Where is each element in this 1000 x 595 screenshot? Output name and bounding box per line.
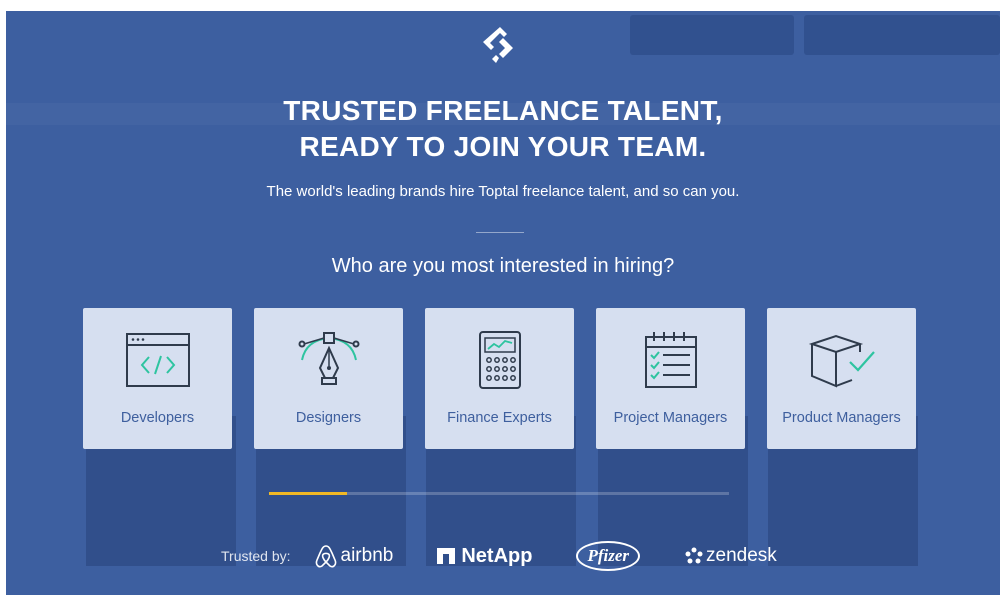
trusted-by-label: Trusted by: (221, 548, 291, 564)
card-label: Designers (295, 410, 362, 426)
netapp-icon (437, 548, 456, 564)
headline: TRUSTED FREELANCE TALENT, READY TO JOIN … (6, 93, 1000, 165)
pen-tool-icon (298, 332, 359, 385)
progress-bar (269, 492, 729, 495)
checklist-icon (644, 332, 697, 388)
airbnb-wordmark: airbnb (340, 545, 394, 566)
card-product-managers[interactable]: Product Managers (767, 308, 916, 449)
pfizer-oval: Pfizer (576, 541, 640, 571)
background-header-button (804, 15, 1000, 55)
netapp-wordmark: NetApp (461, 544, 533, 567)
card-designers[interactable]: Designers (254, 308, 403, 449)
calculator-icon (478, 331, 521, 389)
background-header-button (630, 15, 794, 55)
headline-line-2: READY TO JOIN YOUR TEAM. (299, 131, 707, 162)
airbnb-logo: airbnb (315, 544, 394, 568)
box-check-icon (808, 334, 875, 388)
zendesk-logo: zendesk (684, 545, 777, 567)
divider (476, 232, 524, 233)
card-label: Finance Experts (447, 410, 552, 426)
toptal-logo-icon (483, 27, 513, 63)
airbnb-icon (315, 545, 336, 568)
modal-overlay: TRUSTED FREELANCE TALENT, READY TO JOIN … (6, 11, 1000, 595)
subheading: The world's leading brands hire Toptal f… (266, 183, 740, 200)
trusted-by: Trusted by: airbnb NetApp Pfizer zendesk (221, 541, 821, 571)
card-label: Product Managers (782, 410, 901, 426)
headline-line-1: TRUSTED FREELANCE TALENT, (283, 95, 723, 126)
card-project-managers[interactable]: Project Managers (596, 308, 745, 449)
zendesk-wordmark: zendesk (706, 545, 777, 566)
netapp-logo: NetApp (437, 545, 532, 568)
card-developers[interactable]: Developers (83, 308, 232, 449)
code-window-icon (125, 333, 190, 387)
card-label: Developers (120, 410, 195, 426)
card-label: Project Managers (613, 410, 728, 426)
pfizer-wordmark: Pfizer (587, 546, 629, 565)
zendesk-icon (685, 547, 703, 564)
pfizer-logo: Pfizer (576, 541, 640, 571)
card-finance-experts[interactable]: Finance Experts (425, 308, 574, 449)
hiring-question: Who are you most interested in hiring? (331, 255, 675, 277)
progress-fill (269, 492, 348, 495)
